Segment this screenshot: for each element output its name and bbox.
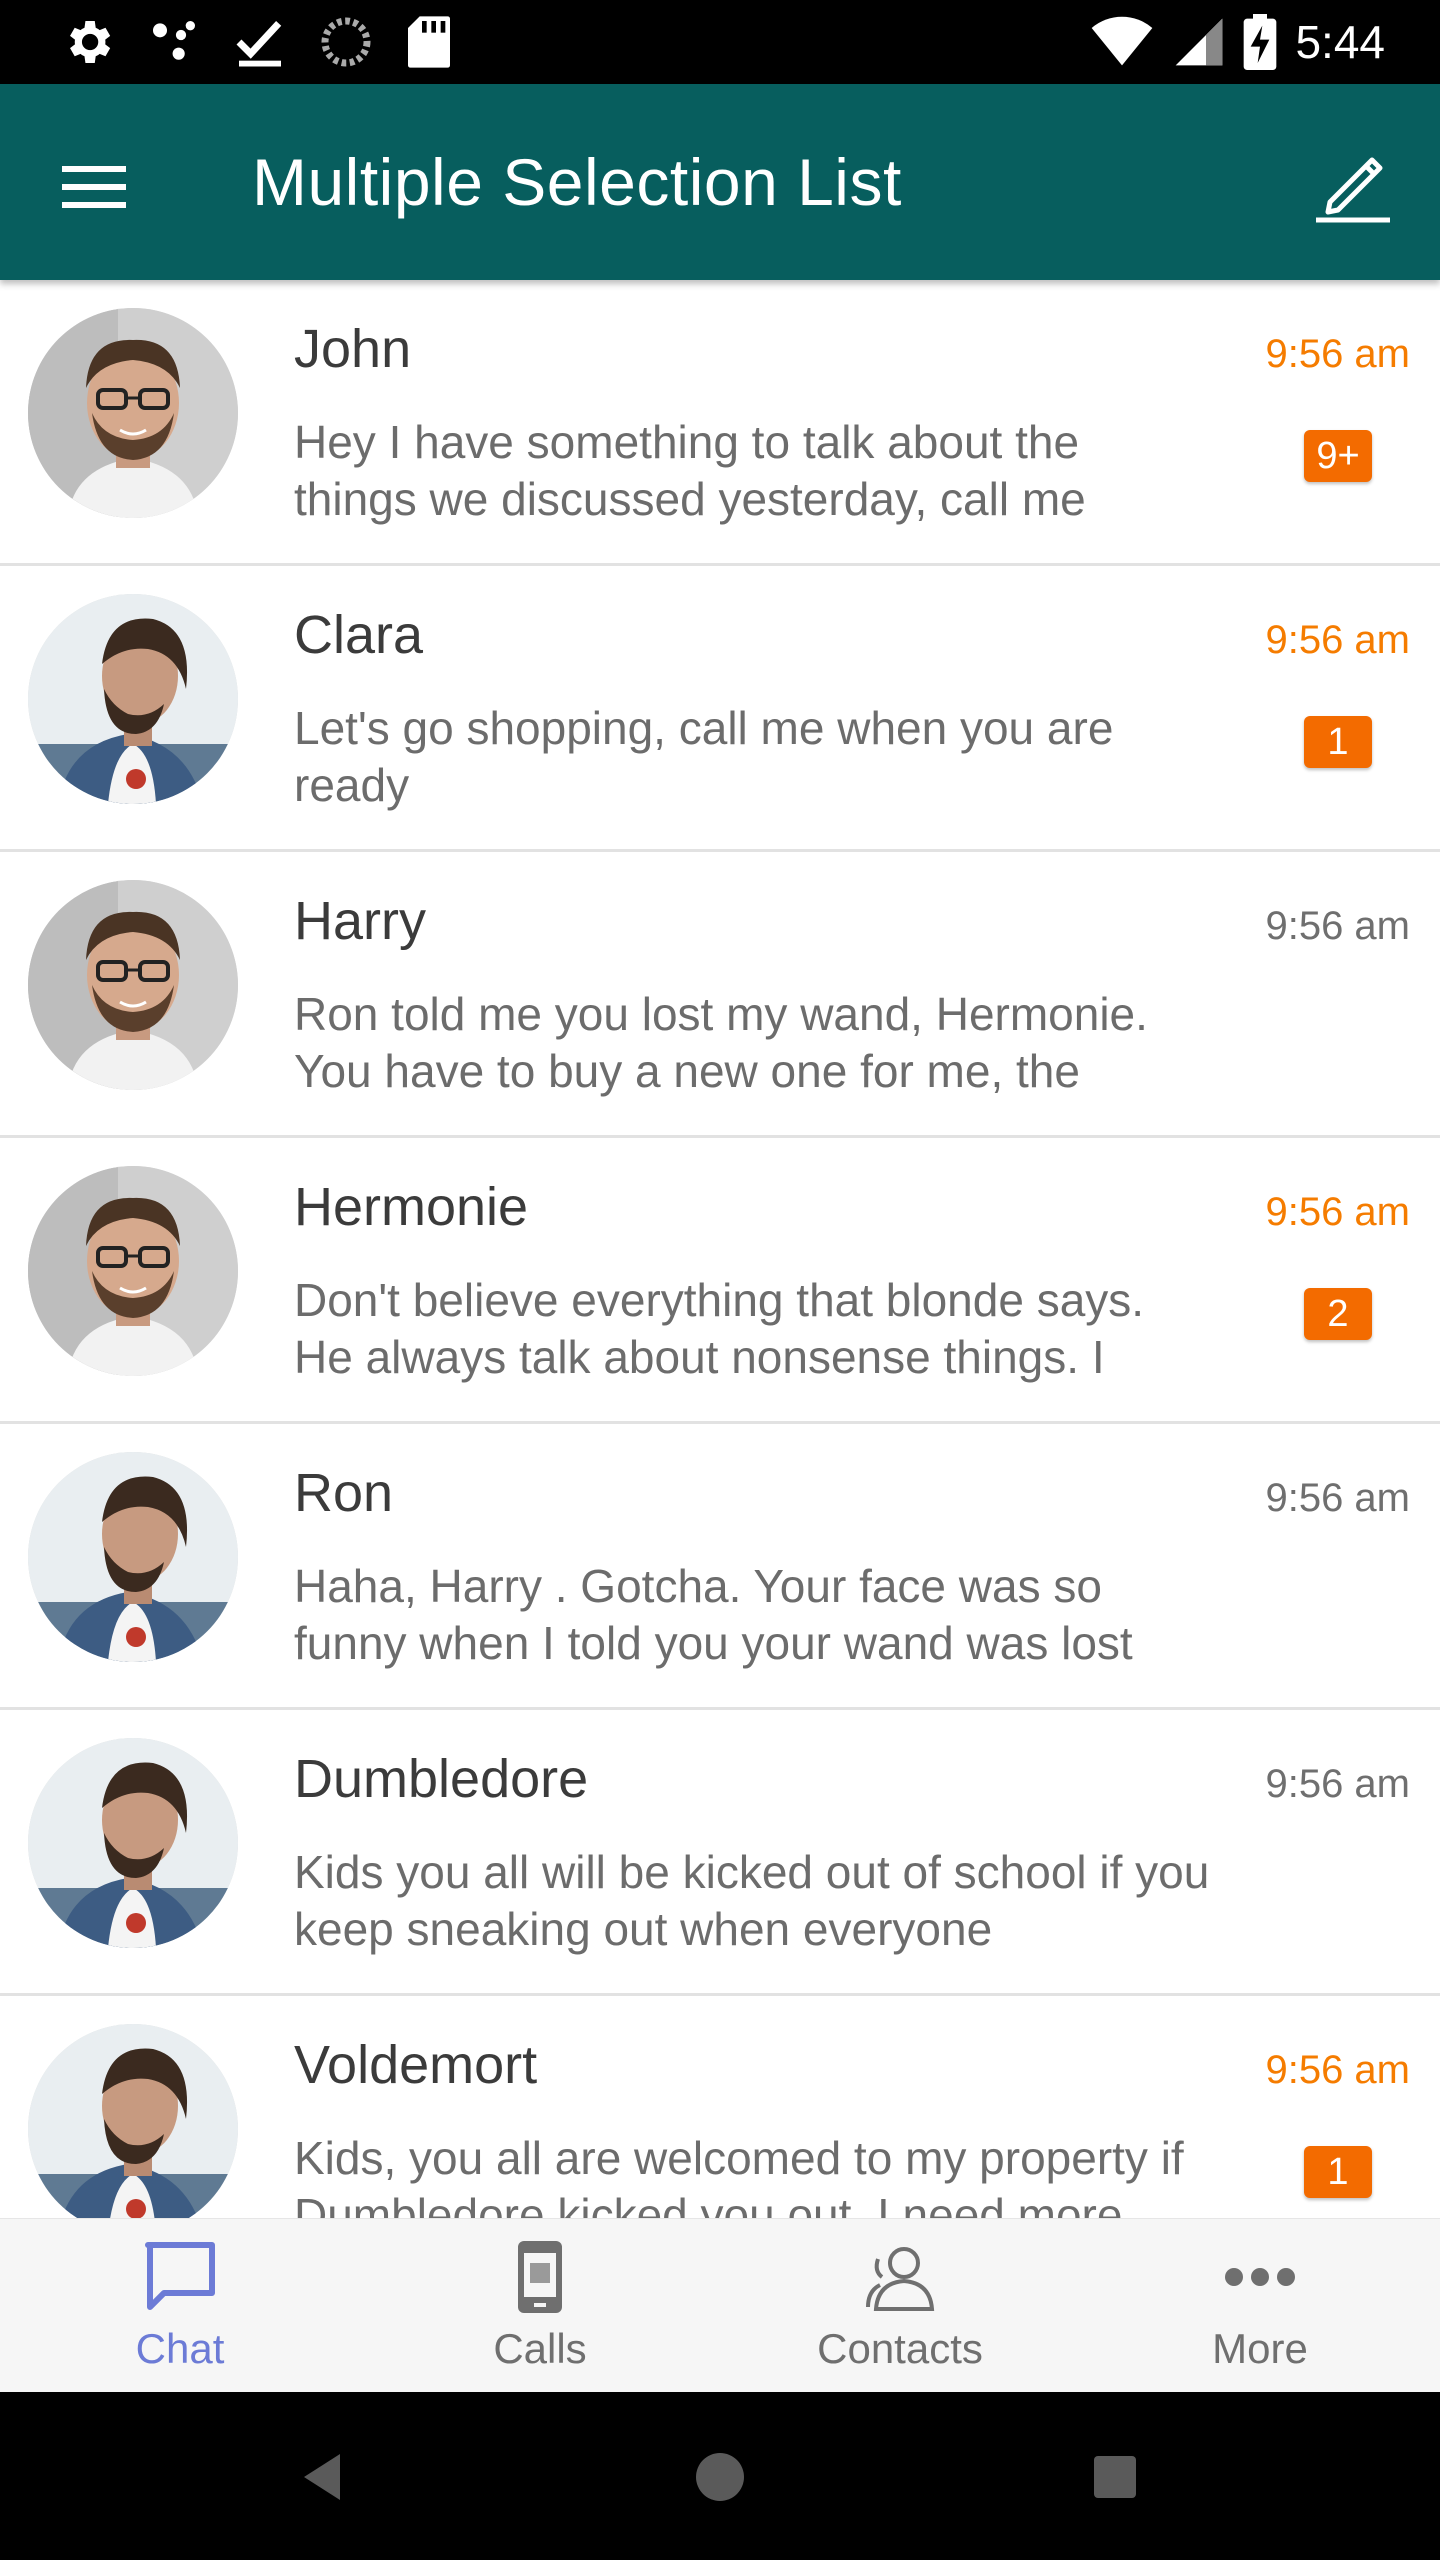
- conversation-row[interactable]: Clara Let's go shopping, call me when yo…: [0, 566, 1440, 852]
- bottom-navigation: Chat Calls Contacts More: [0, 2218, 1440, 2393]
- tab-more[interactable]: More: [1080, 2219, 1440, 2393]
- avatar: [28, 594, 238, 804]
- contact-name: Hermonie: [294, 1177, 529, 1237]
- settings-icon: [60, 14, 116, 70]
- message-time: 9:56 am: [1265, 618, 1410, 662]
- message-preview: Let's go shopping, call me when you are …: [294, 702, 1114, 811]
- unread-badge: 1: [1304, 2146, 1372, 2198]
- status-time: 5:44: [1295, 16, 1385, 68]
- avatar: [28, 308, 238, 518]
- message-preview: Hey I have something to talk about the t…: [294, 416, 1086, 525]
- message-preview: Ron told me you lost my wand, Hermonie. …: [294, 988, 1148, 1097]
- unread-badge: 2: [1304, 1288, 1372, 1340]
- message-time: 9:56 am: [1265, 904, 1410, 948]
- conversation-row[interactable]: John Hey I have something to talk about …: [0, 280, 1440, 566]
- message-preview: Kids, you all are welcomed to my propert…: [294, 2132, 1184, 2218]
- sync-icon: [318, 14, 374, 70]
- status-bar: 5:44: [0, 0, 1440, 84]
- recents-icon[interactable]: [1080, 2442, 1150, 2512]
- home-icon[interactable]: [685, 2442, 755, 2512]
- contact-name: Clara: [294, 605, 424, 665]
- tab-label: Calls: [493, 2325, 587, 2372]
- avatar: [28, 1166, 238, 1376]
- contacts-icon: [860, 2237, 940, 2317]
- tab-label: More: [1212, 2325, 1308, 2372]
- avatar: [28, 1738, 238, 1948]
- avatar: [28, 2024, 238, 2218]
- wifi-icon: [1089, 14, 1155, 70]
- phone-icon: [500, 2237, 580, 2317]
- cell-signal-icon: [1173, 14, 1225, 70]
- unread-badge: 1: [1304, 716, 1372, 768]
- system-navigation-bar: [0, 2392, 1440, 2560]
- contact-name: Harry: [294, 891, 426, 951]
- message-time: 9:56 am: [1265, 1476, 1410, 1520]
- conversation-row[interactable]: Ron Haha, Harry . Gotcha. Your face was …: [0, 1424, 1440, 1710]
- message-time: 9:56 am: [1265, 2048, 1410, 2092]
- message-preview: Haha, Harry . Gotcha. Your face was so f…: [294, 1560, 1133, 1669]
- contact-name: Ron: [294, 1463, 394, 1523]
- message-time: 9:56 am: [1265, 1190, 1410, 1234]
- message-preview: Kids you all will be kicked out of schoo…: [294, 1846, 1210, 1955]
- conversation-row[interactable]: Hermonie Don't believe everything that b…: [0, 1138, 1440, 1424]
- conversation-row[interactable]: Dumbledore Kids you all will be kicked o…: [0, 1710, 1440, 1996]
- edit-icon[interactable]: [1310, 140, 1396, 226]
- battery-charging-icon: [1243, 14, 1277, 70]
- tab-label: Contacts: [817, 2325, 983, 2372]
- contact-name: Voldemort: [294, 2035, 538, 2095]
- message-preview: Don't believe everything that blonde say…: [294, 1274, 1145, 1383]
- contact-name: Dumbledore: [294, 1749, 589, 1809]
- conversation-list: John Hey I have something to talk about …: [0, 280, 1440, 2218]
- tab-chat[interactable]: Chat: [0, 2219, 360, 2393]
- menu-icon[interactable]: [60, 154, 130, 214]
- tab-calls[interactable]: Calls: [360, 2219, 720, 2393]
- avatar: [28, 1452, 238, 1662]
- conversation-row[interactable]: Voldemort Kids, you all are welcomed to …: [0, 1996, 1440, 2218]
- unread-badge: 9+: [1304, 430, 1372, 482]
- tab-contacts[interactable]: Contacts: [720, 2219, 1080, 2393]
- message-time: 9:56 am: [1265, 1762, 1410, 1806]
- back-icon[interactable]: [290, 2442, 360, 2512]
- avatar: [28, 880, 238, 1090]
- chat-icon: [140, 2237, 220, 2317]
- tab-label: Chat: [135, 2325, 225, 2372]
- message-time: 9:56 am: [1265, 332, 1410, 376]
- hub-icon: [146, 14, 202, 70]
- conversation-row[interactable]: Harry Ron told me you lost my wand, Herm…: [0, 852, 1440, 1138]
- sd-card-icon: [404, 14, 454, 70]
- contact-name: John: [294, 319, 412, 379]
- page-title: Multiple Selection List: [252, 145, 902, 219]
- check-icon: [232, 14, 288, 70]
- more-icon: [1220, 2237, 1300, 2317]
- app-bar: Multiple Selection List: [0, 84, 1440, 280]
